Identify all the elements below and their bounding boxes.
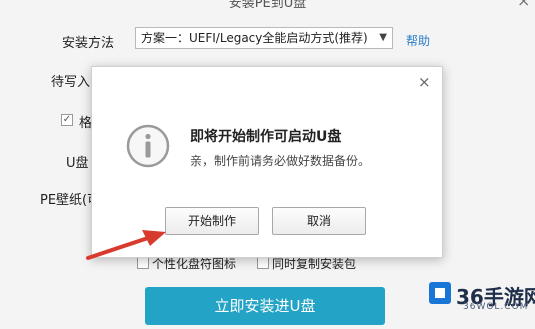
dialog-close-button[interactable]: × xyxy=(418,73,431,91)
help-link[interactable]: 帮助 xyxy=(406,32,430,49)
cancel-button[interactable]: 取消 xyxy=(272,207,366,235)
copy-package-checkbox[interactable] xyxy=(257,257,269,269)
install-method-select[interactable]: 方案一：UEFI/Legacy全能启动方式(推荐) ▼ xyxy=(135,27,393,49)
window-close-button[interactable]: × xyxy=(517,0,530,10)
chevron-down-icon: ▼ xyxy=(379,32,387,43)
install-method-label: 安装方法 xyxy=(62,36,115,51)
window-title: 安装PE到U盘 xyxy=(228,0,307,11)
info-icon xyxy=(126,124,170,168)
check-icon: ✓ xyxy=(62,114,72,125)
watermark-domain: 36WOL.COM xyxy=(463,302,529,312)
start-button[interactable]: 开始制作 xyxy=(165,207,259,235)
dialog-title: 即将开始制作可启动U盘 xyxy=(190,129,342,145)
dialog-message: 亲，制作前请务必做好数据备份。 xyxy=(190,154,371,168)
target-disk-label: 待写入 xyxy=(51,75,91,90)
format-checkbox[interactable]: ✓ xyxy=(61,114,73,126)
install-to-usb-button[interactable]: 立即安装进U盘 xyxy=(145,287,385,325)
udisk-label: U盘 xyxy=(66,156,89,171)
install-method-value: 方案一：UEFI/Legacy全能启动方式(推荐) xyxy=(141,31,368,45)
red-arrow-annotation xyxy=(86,230,166,260)
watermark-logo-icon xyxy=(429,282,451,304)
